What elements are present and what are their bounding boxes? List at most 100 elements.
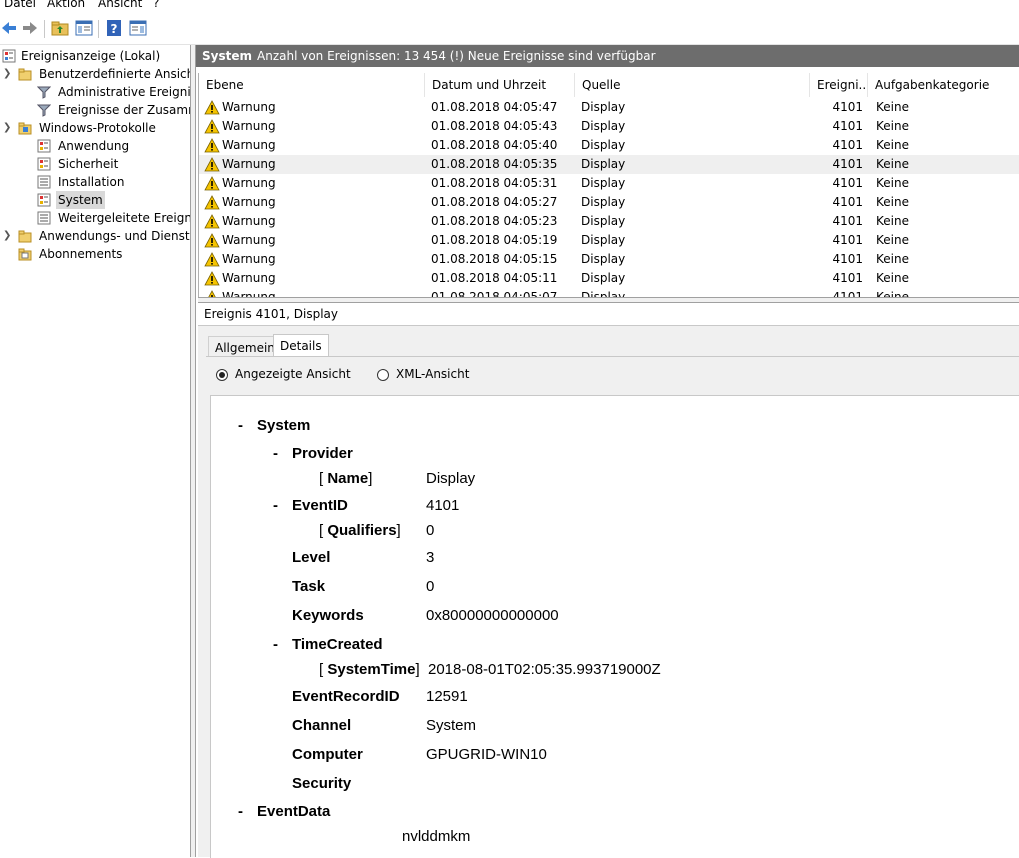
subscriptions-icon	[18, 248, 32, 261]
table-row[interactable]: Warnung 01.08.2018 04:05:23 Display 4101 Kei…	[199, 212, 1019, 231]
cell-category: Keine	[876, 195, 909, 209]
help-icon[interactable]: ?	[105, 19, 123, 37]
chevron-down-icon[interactable]: ❯	[3, 122, 11, 133]
cell-level: Warnung	[222, 271, 276, 285]
xml-node-eventid: EventID	[292, 497, 348, 514]
table-row[interactable]: Warnung 01.08.2018 04:05:07 Display 4101 Kei…	[199, 288, 1019, 297]
chevron-down-icon[interactable]: ❯	[3, 68, 11, 79]
column-header-eventid[interactable]: Ereigni...	[810, 73, 868, 97]
table-row[interactable]: Warnung 01.08.2018 04:05:15 Display 4101 Kei…	[199, 250, 1019, 269]
cell-source: Display	[581, 157, 626, 171]
menu-action[interactable]: Aktion	[47, 0, 85, 10]
column-header-source[interactable]: Quelle	[575, 73, 810, 97]
toolbar-separator	[44, 20, 45, 38]
cell-datetime: 01.08.2018 04:05:40	[431, 138, 558, 152]
chevron-right-icon[interactable]: ❯	[3, 230, 11, 241]
xml-value-level: 3	[426, 549, 435, 566]
cell-eventid: 4101	[832, 100, 863, 114]
xml-node-timecreated: TimeCreated	[292, 636, 383, 653]
cell-eventid: 4101	[832, 157, 863, 171]
folder-icon	[18, 230, 32, 243]
cell-datetime: 01.08.2018 04:05:19	[431, 233, 558, 247]
cell-level: Warnung	[222, 176, 276, 190]
log-icon	[37, 193, 51, 207]
log-icon	[37, 139, 51, 153]
cell-datetime: 01.08.2018 04:05:15	[431, 252, 558, 266]
toolbar: ?	[0, 14, 1019, 45]
back-arrow-icon[interactable]	[0, 19, 18, 37]
xml-node-keywords: Keywords	[292, 607, 364, 624]
menu-view[interactable]: Ansicht	[98, 0, 142, 10]
warning-icon	[204, 271, 220, 286]
collapse-toggle[interactable]: -	[238, 803, 243, 820]
cell-level: Warnung	[222, 252, 276, 266]
event-detail-title-bar: Ereignis 4101, Display	[198, 303, 1019, 326]
menu-file[interactable]: Datei	[4, 0, 36, 10]
xml-value-eventid: 4101	[426, 497, 460, 514]
events-table: Ebene Datum und Uhrzeit Quelle Ereigni..…	[198, 73, 1019, 297]
log-icon	[37, 211, 51, 225]
cell-source: Display	[581, 176, 626, 190]
table-row[interactable]: Warnung 01.08.2018 04:05:35 Display 4101 Kei…	[199, 155, 1019, 174]
table-row[interactable]: Warnung 01.08.2018 04:05:43 Display 4101 Kei…	[199, 117, 1019, 136]
collapse-toggle[interactable]: -	[238, 417, 243, 434]
xml-node-recordid: EventRecordID	[292, 688, 400, 705]
collapse-toggle[interactable]: -	[273, 636, 278, 653]
event-viewer-icon	[2, 49, 16, 63]
cell-source: Display	[581, 271, 626, 285]
cell-level: Warnung	[222, 290, 276, 297]
cell-source: Display	[581, 214, 626, 228]
show-hide-tree-icon[interactable]	[75, 19, 93, 37]
table-row[interactable]: Warnung 01.08.2018 04:05:27 Display 4101 Kei…	[199, 193, 1019, 212]
cell-category: Keine	[876, 233, 909, 247]
xml-attr-qualifiers: [ Qualifiers]	[319, 522, 401, 539]
cell-level: Warnung	[222, 100, 276, 114]
collapse-toggle[interactable]: -	[273, 445, 278, 462]
column-header-level[interactable]: Ebene	[199, 73, 425, 97]
cell-level: Warnung	[222, 233, 276, 247]
cell-datetime: 01.08.2018 04:05:47	[431, 100, 558, 114]
cell-source: Display	[581, 252, 626, 266]
show-hide-action-pane-icon[interactable]	[129, 19, 147, 37]
cell-level: Warnung	[222, 119, 276, 133]
xml-node-eventdata: EventData	[257, 803, 331, 820]
log-icon	[37, 175, 51, 189]
table-row[interactable]: Warnung 01.08.2018 04:05:31 Display 4101 Kei…	[199, 174, 1019, 193]
tab-general[interactable]: Allgemein	[208, 336, 282, 357]
table-row[interactable]: Warnung 01.08.2018 04:05:47 Display 4101 Kei…	[199, 98, 1019, 117]
cell-category: Keine	[876, 157, 909, 171]
xml-value-recordid: 12591	[426, 688, 468, 705]
warning-icon	[204, 195, 220, 210]
warning-icon	[204, 233, 220, 248]
cell-source: Display	[581, 100, 626, 114]
table-row[interactable]: Warnung 01.08.2018 04:05:11 Display 4101 Kei…	[199, 269, 1019, 288]
xml-value-keywords: 0x80000000000000	[426, 607, 559, 624]
cell-source: Display	[581, 119, 626, 133]
xml-value-task: 0	[426, 578, 435, 595]
cell-source: Display	[581, 290, 626, 297]
warning-icon	[204, 214, 220, 229]
cell-datetime: 01.08.2018 04:05:11	[431, 271, 558, 285]
column-header-datetime[interactable]: Datum und Uhrzeit	[425, 73, 575, 97]
filter-icon	[37, 86, 51, 99]
collapse-toggle[interactable]: -	[273, 497, 278, 514]
cell-category: Keine	[876, 100, 909, 114]
cell-eventid: 4101	[832, 252, 863, 266]
cell-eventid: 4101	[832, 195, 863, 209]
cell-category: Keine	[876, 214, 909, 228]
vertical-splitter[interactable]	[190, 45, 196, 857]
table-row[interactable]: Warnung 01.08.2018 04:05:40 Display 4101 Kei…	[199, 136, 1019, 155]
column-header-category[interactable]: Aufgabenkategorie	[868, 73, 1019, 97]
tab-divider	[206, 356, 1019, 357]
folder-up-icon[interactable]	[51, 19, 69, 37]
radio-selected-icon	[216, 369, 228, 381]
forward-arrow-icon[interactable]	[21, 19, 39, 37]
table-row[interactable]: Warnung 01.08.2018 04:05:19 Display 4101 Kei…	[199, 231, 1019, 250]
log-icon	[37, 157, 51, 171]
cell-category: Keine	[876, 290, 909, 297]
xml-value-computer: GPUGRID-WIN10	[426, 746, 547, 763]
warning-icon	[204, 138, 220, 153]
xml-attr-systemtime: [ SystemTime]	[319, 661, 420, 678]
menu-help[interactable]: ?	[153, 0, 159, 10]
tab-details[interactable]: Details	[273, 334, 329, 356]
